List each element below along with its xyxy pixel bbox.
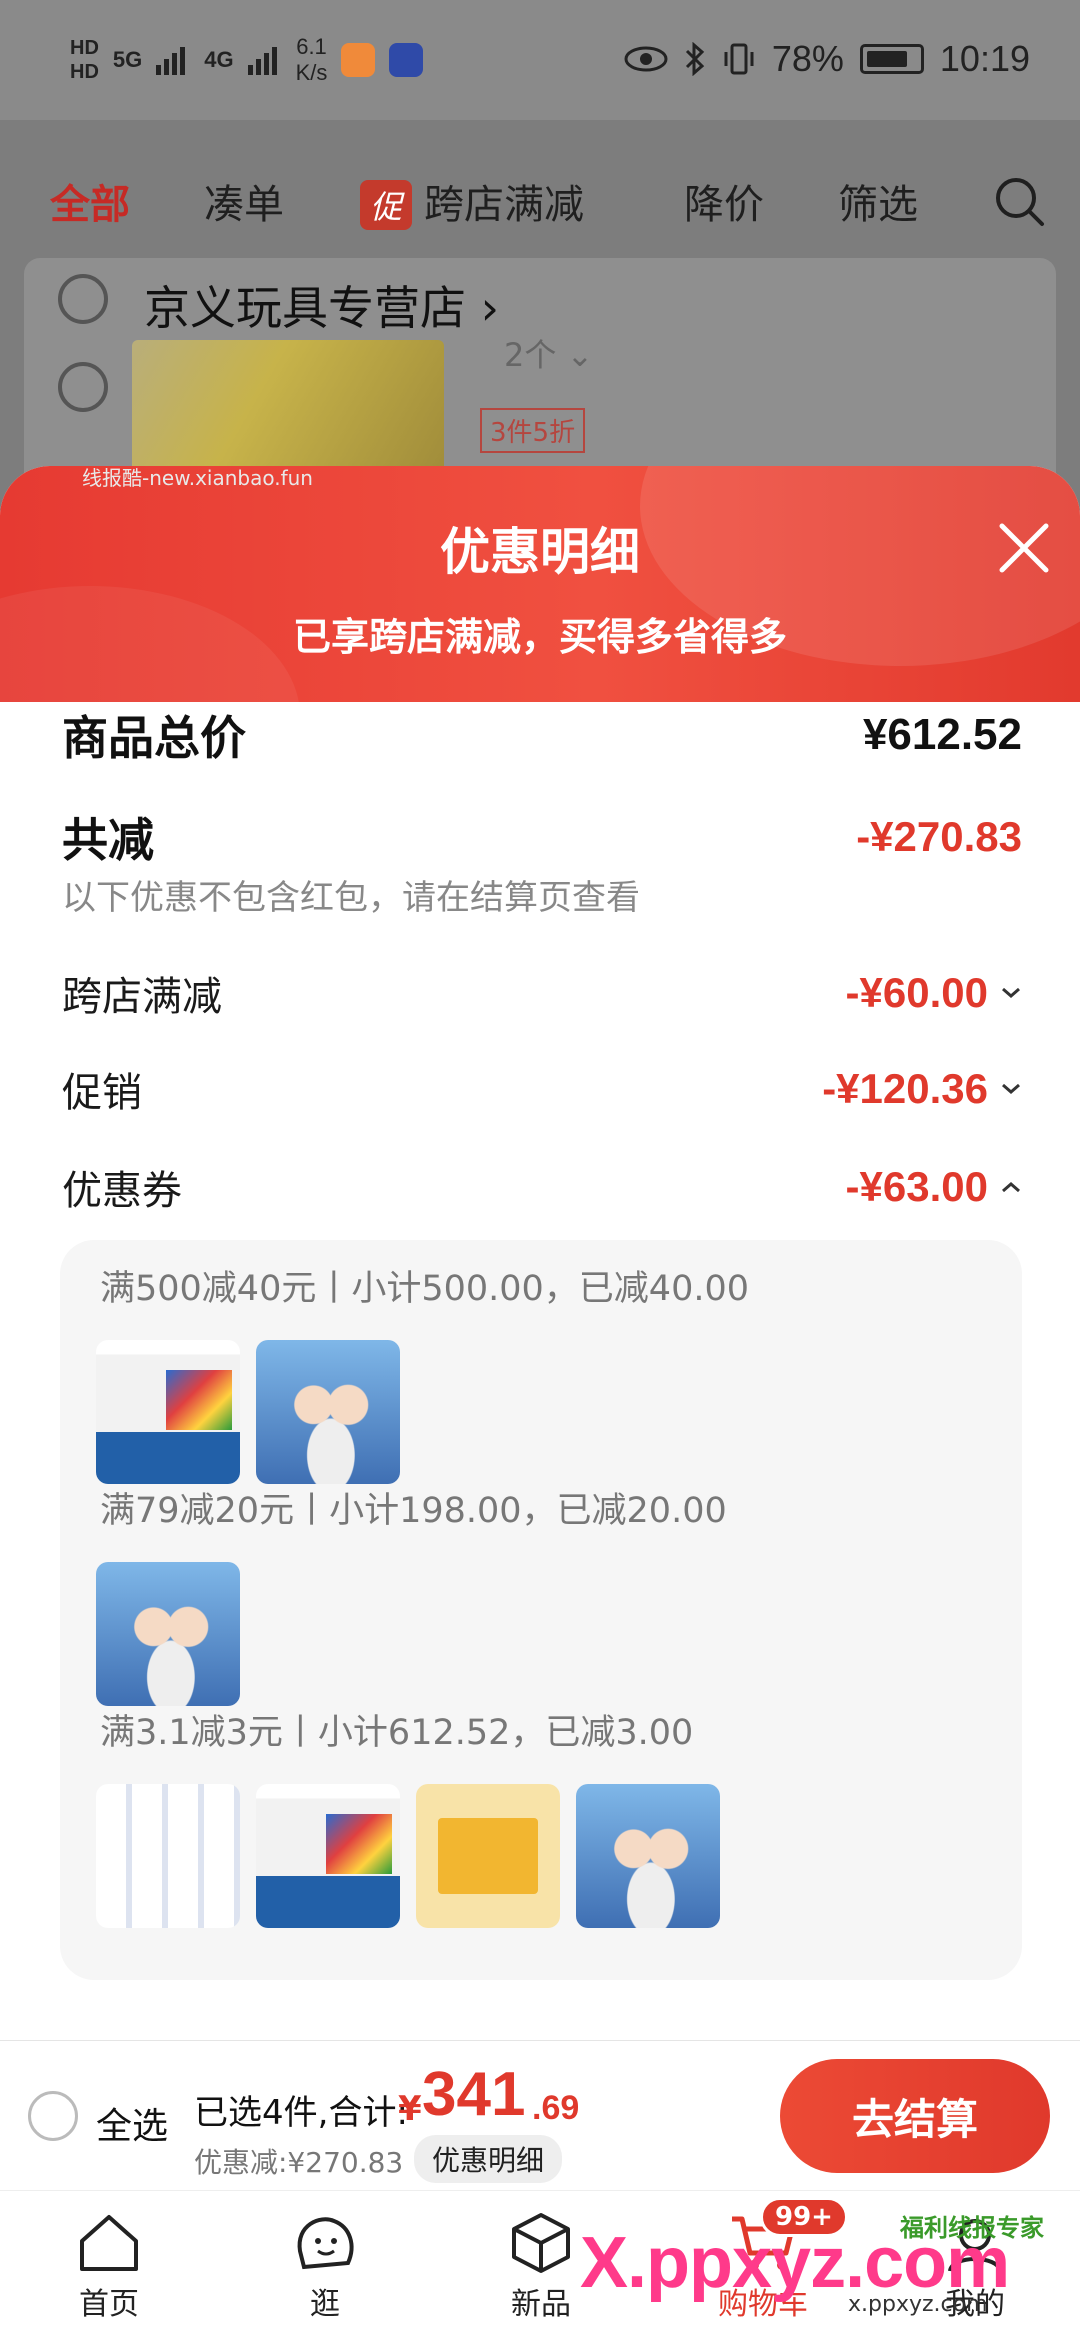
- home-icon: [80, 2215, 138, 2271]
- vibrate-icon: [724, 43, 754, 75]
- bluetooth-icon: [685, 42, 705, 76]
- hd1-label: HD: [70, 37, 99, 59]
- discount-detail-button[interactable]: 优惠明细: [414, 2135, 563, 2183]
- quantity-selector[interactable]: 2个 ⌄: [504, 330, 593, 376]
- sheet-title: 优惠明细: [440, 523, 640, 581]
- network-speed: 6.1 K/s: [296, 34, 328, 86]
- tab-label: 逛: [310, 2287, 340, 2322]
- chevron-up-icon: [1002, 1182, 1020, 1193]
- signal-5g-icon: 5G: [112, 47, 143, 72]
- tab-label: 新品: [511, 2287, 571, 2322]
- quantity-label: 2个: [504, 336, 557, 374]
- tab-combine[interactable]: 凑单: [204, 172, 284, 230]
- sheet-subtitle: 已享跨店满减，买得多省得多: [292, 615, 787, 659]
- discount-amount: -¥120.36: [822, 1065, 988, 1112]
- search-icon[interactable]: [992, 174, 1046, 228]
- clock: 10:19: [939, 38, 1030, 79]
- reduce-label: 共减: [62, 813, 154, 867]
- cart-filter-nav: 全部 凑单 促跨店满减 降价 筛选: [0, 150, 1080, 250]
- chevron-down-icon: [1002, 1083, 1020, 1094]
- shop-checkbox[interactable]: [58, 274, 108, 324]
- close-icon[interactable]: [996, 520, 1052, 576]
- total-price: 341: [422, 2060, 526, 2129]
- status-bar: HD HD 5G 4G 6.1 K/s 78% 10:19: [0, 0, 1080, 120]
- speed-unit: K/s: [295, 60, 328, 85]
- total-label: 商品总价: [62, 711, 246, 765]
- discount-item-label: 促销: [62, 1070, 142, 1116]
- discount-item-value: -¥63.00: [846, 1163, 1022, 1211]
- total-row: 商品总价 ¥612.52: [62, 702, 1022, 768]
- product-image[interactable]: [132, 340, 444, 480]
- discount-amount: -¥63.00: [845, 1163, 988, 1210]
- battery-percent: 78%: [771, 38, 844, 79]
- coupon-rule: 满3.1减3元丨小计612.52，已减3.00: [100, 1713, 694, 1753]
- coupon-detail-box: 满500减40元丨小计500.00，已减40.00 满79减20元丨小计198.…: [60, 1240, 1022, 1980]
- box-icon: [512, 2213, 570, 2273]
- checkout-bar: 全选 已选4件,合计: ¥ 341 .69 优惠减:¥270.83 优惠明细 去…: [0, 2040, 1080, 2190]
- checkout-button[interactable]: 去结算: [780, 2059, 1050, 2173]
- price-currency: ¥: [398, 2089, 422, 2129]
- signal-bars-icon: [247, 47, 277, 75]
- product-thumb[interactable]: [256, 1784, 400, 1928]
- battery-icon: [859, 44, 924, 74]
- signal-4g-icon: 4G: [204, 47, 234, 72]
- discount-item-value: -¥120.36: [822, 1065, 1022, 1113]
- tab-home[interactable]: 首页: [34, 2211, 184, 2323]
- promo-badge: 促: [360, 180, 413, 230]
- total-value: ¥612.52: [862, 710, 1022, 759]
- sheet-header: 优惠明细 已享跨店满减，买得多省得多: [0, 466, 1080, 846]
- tab-label: 首页: [79, 2287, 139, 2322]
- signal-bars-icon: [156, 47, 186, 75]
- hd-indicator: HD HD: [70, 36, 99, 84]
- price-decimal: .69: [532, 2089, 580, 2127]
- deal-tag: 3件5折: [480, 408, 586, 453]
- product-thumb[interactable]: [576, 1784, 720, 1928]
- coupon-rule: 满500减40元丨小计500.00，已减40.00: [100, 1269, 750, 1309]
- eye-icon: [624, 46, 668, 72]
- watermark-small: x.ppxyz.com: [848, 2292, 988, 2317]
- tab-cross-store[interactable]: 促跨店满减: [360, 172, 584, 230]
- browse-face-icon: [297, 2217, 354, 2270]
- chevron-down-icon: [1002, 987, 1020, 998]
- tab-cross-store-label: 跨店满减: [424, 182, 585, 228]
- discount-summary: 优惠减:¥270.83: [194, 2146, 404, 2179]
- selected-info: 已选4件,合计:: [194, 2093, 408, 2133]
- select-all-label[interactable]: 全选: [96, 2097, 168, 2149]
- discount-amount: -¥60.00: [845, 969, 988, 1016]
- app-notification-icon: [389, 43, 424, 77]
- tab-browse[interactable]: 逛: [250, 2211, 400, 2323]
- discount-item-label: 跨店满减: [62, 974, 222, 1020]
- status-left: HD HD 5G 4G 6.1 K/s: [70, 34, 424, 86]
- shop-name-label: 京义玩具专营店: [144, 281, 466, 335]
- coupon-rule: 满79减20元丨小计198.00，已减20.00: [100, 1491, 727, 1531]
- item-checkbox[interactable]: [58, 362, 108, 412]
- select-all-checkbox[interactable]: [28, 2091, 78, 2141]
- reduce-row: 共减 -¥270.83: [62, 804, 1022, 870]
- speed-value: 6.1: [296, 34, 327, 59]
- discount-item-cross-store[interactable]: 跨店满减 -¥60.00: [62, 964, 1022, 1022]
- tab-all[interactable]: 全部: [50, 172, 130, 230]
- shop-name[interactable]: 京义玩具专营店 ›: [144, 272, 499, 338]
- product-thumb[interactable]: [96, 1340, 240, 1484]
- product-thumb[interactable]: [96, 1784, 240, 1928]
- product-thumb[interactable]: [416, 1784, 560, 1928]
- discount-item-promo[interactable]: 促销 -¥120.36: [62, 1060, 1022, 1118]
- hd2-label: HD: [70, 61, 99, 83]
- product-thumb[interactable]: [96, 1562, 240, 1706]
- watermark-text: 线报酷-new.xianbao.fun: [82, 466, 313, 490]
- tab-price-drop[interactable]: 降价: [684, 172, 764, 230]
- discount-item-coupon[interactable]: 优惠券 -¥63.00: [62, 1158, 1022, 1216]
- tab-filter[interactable]: 筛选: [838, 172, 918, 230]
- reduce-value: -¥270.83: [856, 813, 1022, 860]
- app-notification-icon: [341, 43, 376, 77]
- product-thumb[interactable]: [256, 1340, 400, 1484]
- status-right: 78% 10:19: [624, 38, 1030, 80]
- discount-item-label: 优惠券: [62, 1168, 182, 1214]
- discount-item-value: -¥60.00: [846, 969, 1022, 1017]
- discount-hint: 以下优惠不包含红包，请在结算页查看: [62, 878, 640, 918]
